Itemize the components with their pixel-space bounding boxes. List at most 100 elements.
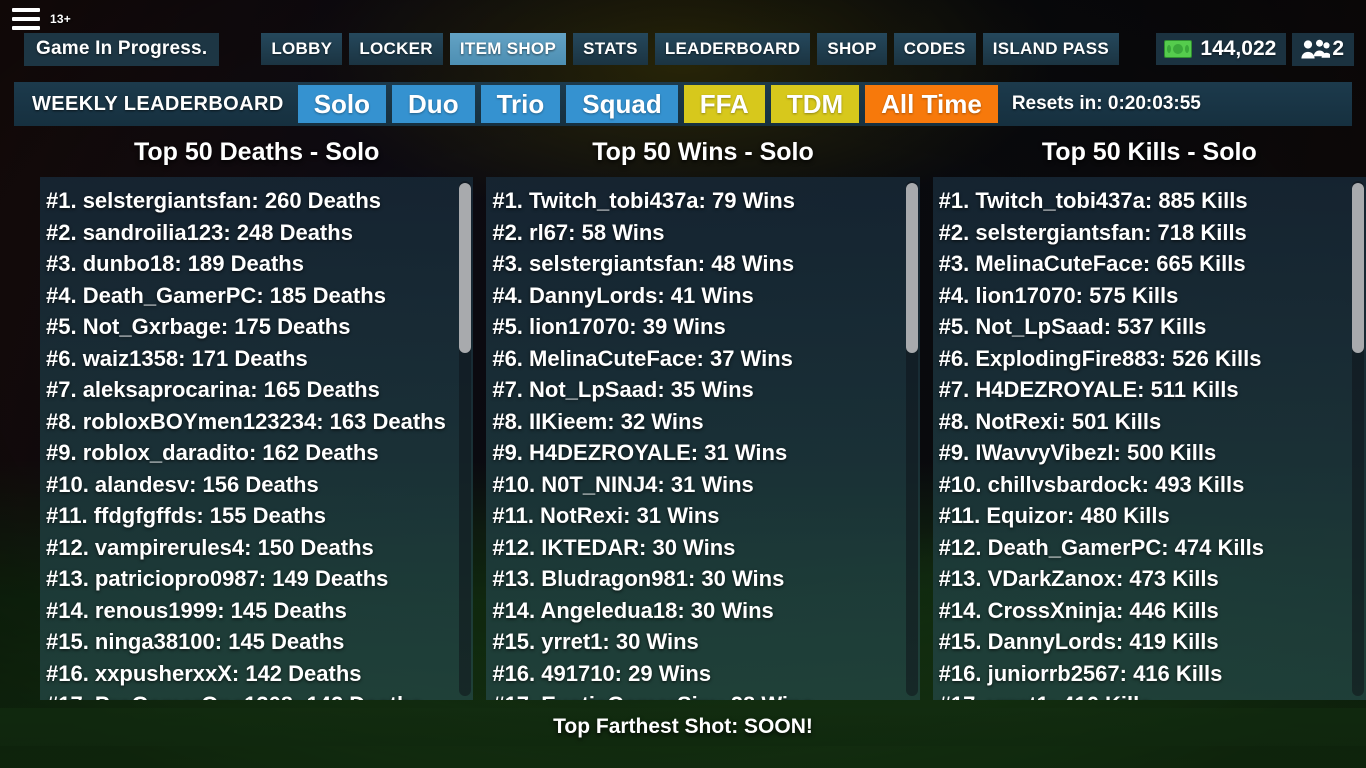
leaderboard-row: #10. chillvsbardock: 493 Kills: [938, 471, 1245, 497]
leaderboard-row: #8. robloxBOYmen123234: 163 Deaths: [46, 408, 446, 434]
leaderboard-row: #3. dunbo18: 189 Deaths: [46, 251, 304, 276]
mode-button-duo[interactable]: Duo: [392, 85, 475, 123]
leaderboard-row: #8. NotRexi: 501 Kills: [938, 408, 1162, 434]
leaderboard-scrollbar[interactable]: [905, 181, 918, 696]
leaderboard-scrollbar[interactable]: [1351, 181, 1364, 696]
leaderboard-row: #14. renous1999: 145 Deaths: [46, 597, 347, 623]
leaderboard-list[interactable]: #1. Twitch_tobi437a: 79 Wins #2. rl67: 58…: [486, 177, 920, 700]
scrollbar-thumb[interactable]: [1351, 183, 1364, 353]
mode-button-tdm[interactable]: TDM: [770, 85, 860, 123]
nav-button-lobby[interactable]: LOBBY: [261, 33, 343, 65]
nav-button-locker[interactable]: LOCKER: [349, 33, 443, 65]
money-icon: [1164, 39, 1193, 58]
leaderboard-row: #4. Death_GamerPC: 185 Deaths: [46, 282, 386, 308]
leaderboard-row: #13. Bludragon981: 30 Wins: [492, 566, 785, 591]
leaderboard-row: #17. ProGamerOne1308: 142 Deaths: [46, 689, 473, 700]
leaderboard-list[interactable]: #1. Twitch_tobi437a: 885 Kills #2. selste…: [932, 177, 1366, 700]
leaderboard-column-title: Top 50 Kills - Solo: [1041, 138, 1257, 166]
hamburger-menu-icon[interactable]: [12, 8, 40, 30]
mode-button-ffa[interactable]: FFA: [683, 85, 765, 123]
leaderboard-row: #11. ffdgfgffds: 155 Deaths: [46, 503, 326, 528]
leaderboard-row: #15. yrret1: 30 Wins: [492, 629, 699, 654]
nav-button-leaderboard[interactable]: LEADERBOARD: [654, 33, 811, 65]
farthest-shot-label: Top Farthest Shot: SOON!: [553, 715, 813, 738]
nav-button-stats[interactable]: STATS: [573, 33, 648, 65]
leaderboard-row: #5. lion17070: 39 Wins: [492, 314, 726, 339]
leaderboard-row: #6. ExplodingFire883: 526 Kills: [938, 345, 1262, 371]
nav-button-shop[interactable]: SHOP: [817, 33, 887, 65]
leaderboard-row: #11. NotRexi: 31 Wins: [492, 503, 720, 528]
nav-button-item-shop[interactable]: ITEM SHOP: [449, 33, 567, 65]
leaderboard-row: #13. patriciopro0987: 149 Deaths: [46, 566, 389, 591]
leaderboard-row: #1. selstergiantsfan: 260 Deaths: [46, 188, 382, 213]
leaderboard-row: #12. Death_GamerPC: 474 Kills: [938, 534, 1264, 560]
scrollbar-thumb[interactable]: [459, 183, 472, 353]
roblox-chrome: 13+: [0, 0, 83, 38]
nav-button-island-pass[interactable]: ISLAND PASS: [982, 33, 1120, 65]
leaderboard-scrollbar[interactable]: [459, 181, 472, 696]
leaderboard-row: #4. DannyLords: 41 Wins: [492, 282, 754, 308]
meter-group: 144,022 2: [1156, 32, 1354, 66]
leaderboard-row: #1. Twitch_tobi437a: 79 Wins: [492, 188, 795, 213]
cash-meter[interactable]: 144,022: [1156, 33, 1287, 65]
nav-button-codes[interactable]: CODES: [893, 33, 976, 65]
mode-button-trio[interactable]: Trio: [480, 85, 561, 123]
leaderboard-column-title: Top 50 Deaths - Solo: [133, 138, 380, 166]
leaderboard-row: #14. CrossXninja: 446 Kills: [938, 597, 1219, 623]
leaderboard-row: #11. Equizor: 480 Kills: [938, 503, 1170, 528]
leaderboard-row: #13. VDarkZanox: 473 Kills: [938, 566, 1219, 591]
leaderboard-row: #2. rl67: 58 Wins: [492, 219, 665, 245]
player-count-meter[interactable]: 2: [1292, 32, 1354, 66]
cash-amount: 144,022: [1200, 37, 1277, 60]
leaderboard-columns: Top 50 Deaths - Solo #1. selstergiantsfan…: [0, 132, 1366, 712]
leaderboard-row: #2. selstergiantsfan: 718 Kills: [938, 219, 1247, 245]
leaderboard-row: #15. DannyLords: 419 Kills: [938, 629, 1219, 654]
leaderboard-column: Top 50 Wins - Solo #1. Twitch_tobi437a: 7…: [486, 132, 920, 712]
mode-button-squad[interactable]: Squad: [566, 85, 678, 123]
leaderboard-column: Top 50 Deaths - Solo #1. selstergiantsfan…: [40, 132, 474, 712]
weekly-leaderboard-bar: WEEKLY LEADERBOARD Solo Duo Trio Squad FFA TD…: [14, 82, 1352, 126]
players-icon: [1300, 38, 1332, 60]
hamburger-bar: [12, 8, 40, 12]
mode-button-all-time[interactable]: All Time: [865, 85, 998, 123]
leaderboard-row: #2. sandroilia123: 248 Deaths: [46, 219, 353, 245]
leaderboard-row: #16. xxpusherxxX: 142 Deaths: [46, 660, 362, 686]
leaderboard-row: #12. vampirerules4: 150 Deaths: [46, 534, 374, 560]
leaderboard-row: #10. alandesv: 156 Deaths: [46, 471, 319, 497]
weekly-leaderboard-title: WEEKLY LEADERBOARD: [32, 92, 284, 115]
leaderboard-row: #14. Angeledua18: 30 Wins: [492, 597, 774, 623]
leaderboard-column: Top 50 Kills - Solo #1. Twitch_tobi437a: …: [932, 132, 1366, 712]
bottom-info-bar: Top Farthest Shot: SOON!: [0, 708, 1366, 746]
hamburger-bar: [12, 17, 40, 21]
age-rating-badge: 13+: [50, 12, 71, 26]
leaderboard-row: #16. juniorrb2567: 416 Kills: [938, 660, 1223, 686]
scrollbar-thumb[interactable]: [905, 183, 918, 353]
leaderboard-list[interactable]: #1. selstergiantsfan: 260 Deaths #2. sand…: [40, 177, 474, 700]
hamburger-bar: [12, 26, 40, 30]
leaderboard-row: #5. Not_Gxrbage: 175 Deaths: [46, 314, 351, 339]
leaderboard-row: #7. H4DEZROYALE: 511 Kills: [938, 377, 1239, 402]
player-count: 2: [1332, 37, 1344, 60]
leaderboard-row: #3. selstergiantsfan: 48 Wins: [492, 251, 795, 276]
leaderboard-row: #17. yrret1: 416 Kills: [939, 689, 1366, 700]
leaderboard-row: #16. 491710: 29 Wins: [492, 660, 712, 686]
leaderboard-row: #7. aleksaprocarina: 165 Deaths: [46, 377, 380, 402]
leaderboard-row: #5. Not_LpSaad: 537 Kills: [938, 314, 1207, 339]
leaderboard-row: #7. Not_LpSaad: 35 Wins: [492, 377, 754, 402]
leaderboard-row: #4. lion17070: 575 Kills: [938, 282, 1179, 308]
leaderboard-row: #6. MelinaCuteFace: 37 Wins: [492, 345, 793, 371]
leaderboard-row: #9. roblox_daradito: 162 Deaths: [46, 440, 379, 465]
reset-timer: Resets in: 0:20:03:55: [1011, 93, 1201, 114]
leaderboard-row: #17. ExoticGamerSim: 28 Wins: [492, 689, 919, 700]
game-screen: 13+ Game In Progress. LOBBY LOCKER ITEM SH…: [0, 0, 1366, 768]
leaderboard-row: #6. waiz1358: 171 Deaths: [46, 345, 308, 371]
top-nav-bar: Game In Progress. LOBBY LOCKER ITEM SHOP ST…: [0, 28, 1366, 70]
leaderboard-row: #15. ninga38100: 145 Deaths: [46, 629, 345, 654]
leaderboard-row: #12. IKTEDAR: 30 Wins: [492, 534, 736, 560]
mode-button-solo[interactable]: Solo: [297, 85, 387, 123]
leaderboard-row: #9. IWavvyVibezI: 500 Kills: [938, 440, 1217, 465]
leaderboard-row: #10. N0T_NINJ4: 31 Wins: [492, 471, 754, 497]
leaderboard-row: #8. IIKieem: 32 Wins: [492, 408, 704, 434]
leaderboard-row: #1. Twitch_tobi437a: 885 Kills: [938, 188, 1248, 213]
leaderboard-row: #9. H4DEZROYALE: 31 Wins: [492, 440, 788, 465]
